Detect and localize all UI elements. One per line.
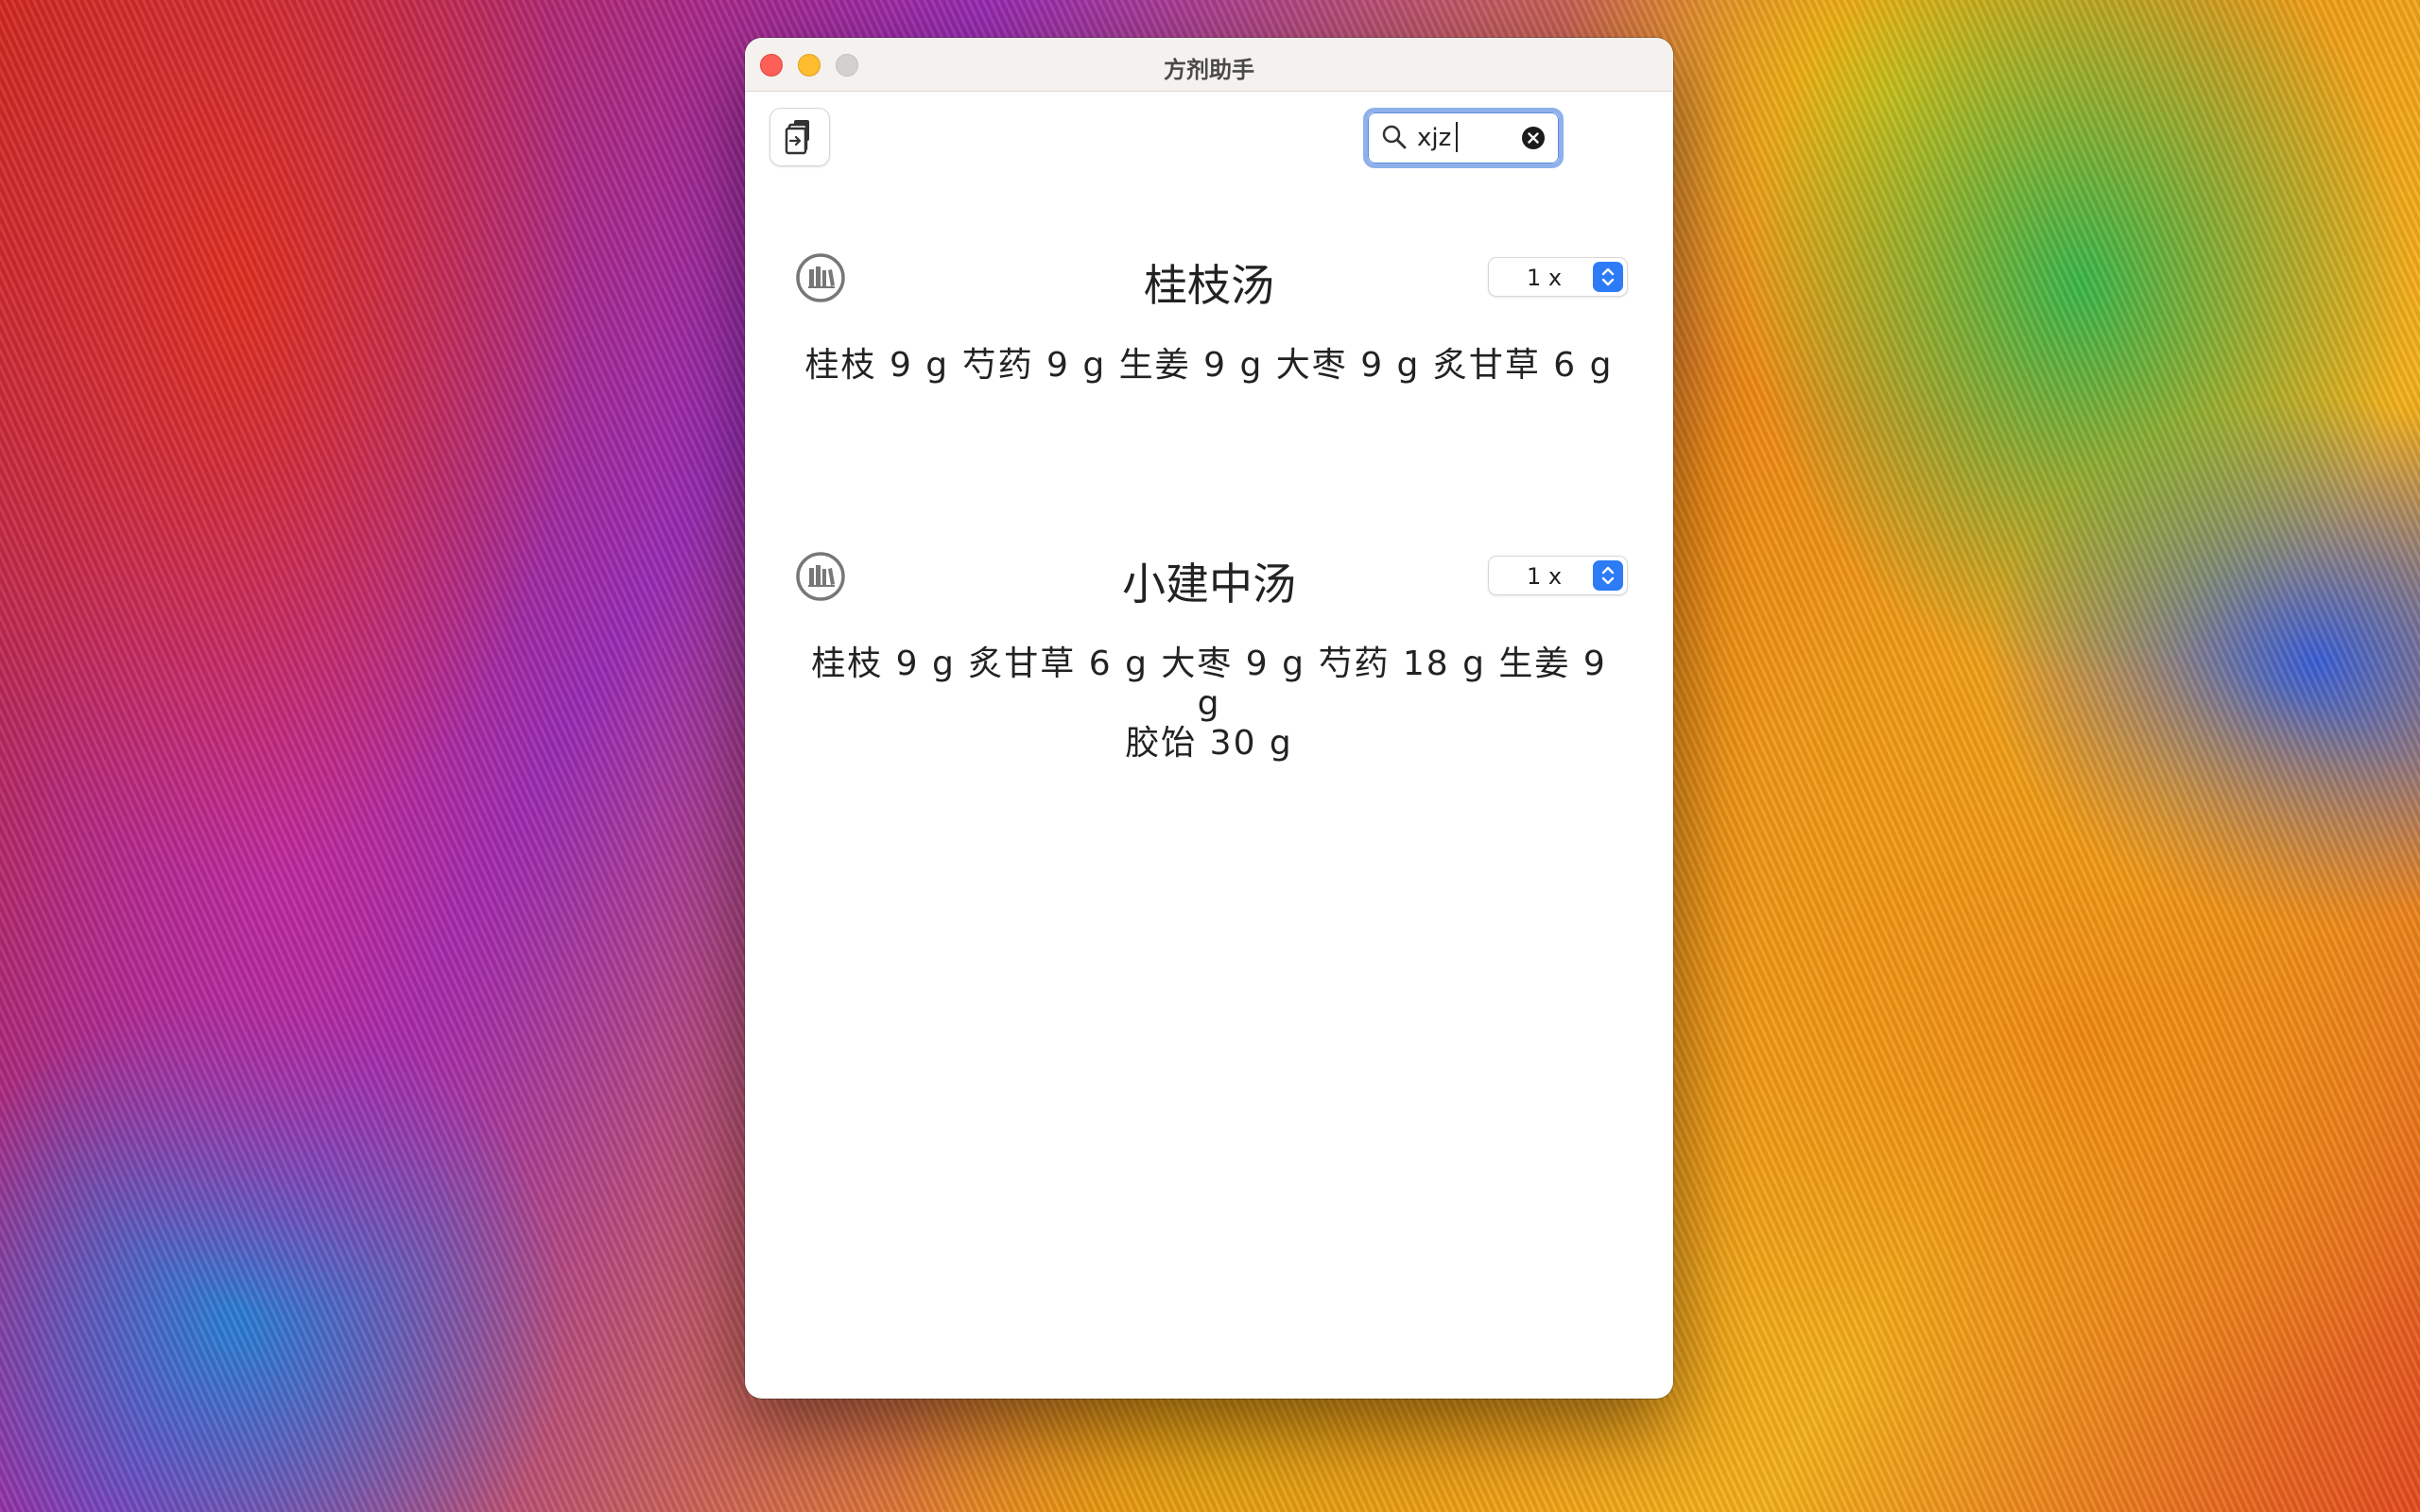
ingredients-line: 胶饴 30 g (1125, 724, 1293, 763)
title-bar[interactable]: 方剂助手 (745, 38, 1673, 92)
ingredients-line: 桂枝 9 g 炙甘草 6 g 大枣 9 g 芍药 18 g 生姜 9 g (811, 644, 1607, 723)
formula-card: 桂枝汤 1 x 桂枝 9 g 芍药 9 g 生姜 9 g 大枣 9 g 炙甘草 … (745, 208, 1673, 397)
app-window: 方剂助手 xjz 桂枝汤 1 x 桂枝 9 g 芍药 9 g 生姜 9 g 大枣… (745, 38, 1673, 1399)
text-caret (1456, 122, 1458, 152)
search-icon (1382, 125, 1407, 149)
export-document-icon (785, 120, 809, 155)
window-title: 方剂助手 (1164, 57, 1254, 83)
dose-multiplier-value: 1 x (1527, 265, 1563, 291)
dose-multiplier-stepper[interactable]: 1 x (1488, 556, 1628, 595)
search-field[interactable]: xjz (1363, 108, 1564, 168)
dose-multiplier-stepper[interactable]: 1 x (1488, 257, 1628, 297)
search-input[interactable]: xjz (1417, 124, 1451, 152)
dose-multiplier-value: 1 x (1527, 563, 1563, 590)
formula-ingredients: 桂枝 9 g 炙甘草 6 g 大枣 9 g 芍药 18 g 生姜 9 g 胶饴 … (802, 644, 1616, 764)
formula-ingredients: 桂枝 9 g 芍药 9 g 生姜 9 g 大枣 9 g 炙甘草 6 g (804, 346, 1614, 385)
stepper-arrows-icon[interactable] (1593, 560, 1623, 591)
stepper-arrows-icon[interactable] (1593, 262, 1623, 292)
export-button[interactable] (769, 108, 830, 166)
clear-circle-icon[interactable] (1521, 126, 1546, 150)
formula-card: 小建中汤 1 x 桂枝 9 g 炙甘草 6 g 大枣 9 g 芍药 18 g 生… (745, 507, 1673, 763)
